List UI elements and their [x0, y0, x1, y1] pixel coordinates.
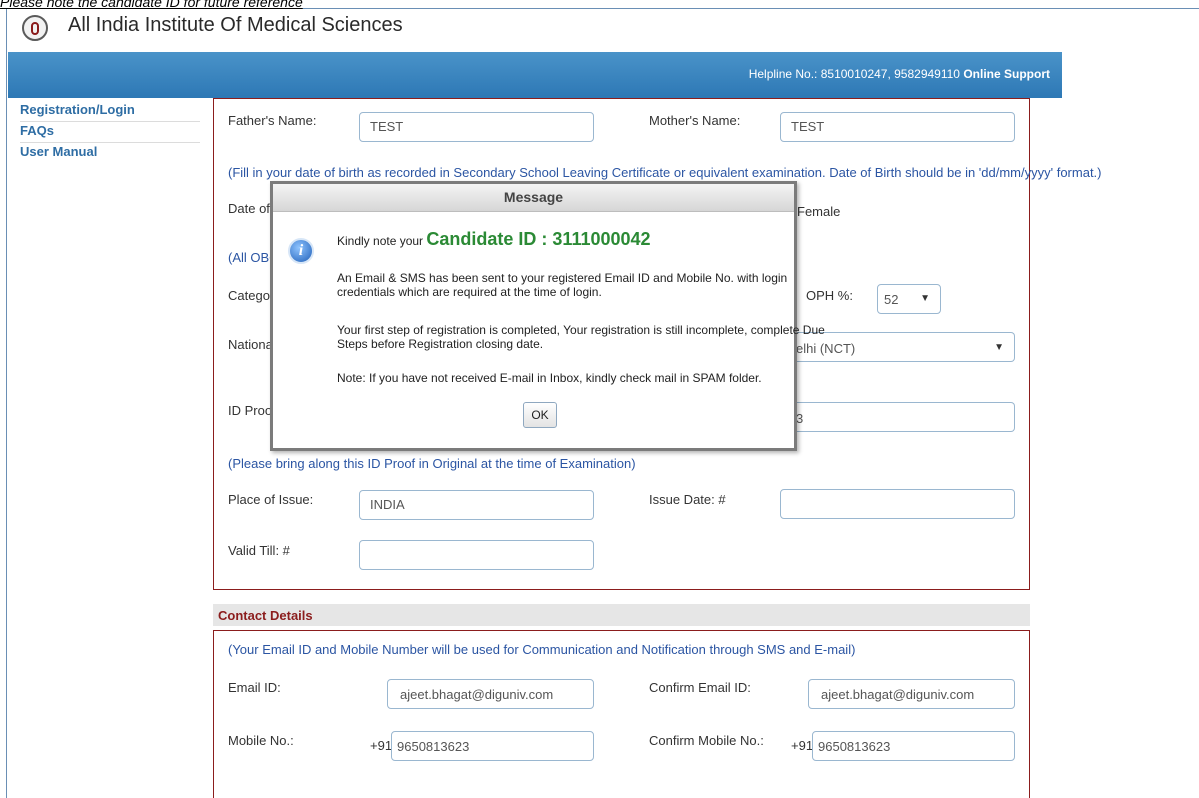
aiims-logo-icon — [22, 15, 48, 41]
confirm-mobile-input[interactable]: 9650813623 — [812, 731, 1015, 761]
top-caption: Please note the candidate ID for future … — [0, 0, 303, 10]
helpline-label: Helpline No.: 8510010247, 9582949110 — [748, 67, 960, 81]
kindly-note-text: Kindly note your — [337, 234, 424, 248]
issue-date-input[interactable] — [780, 489, 1015, 519]
place-of-issue-input[interactable]: INDIA — [359, 490, 594, 520]
confirm-mobile-label: Confirm Mobile No.: — [649, 733, 764, 748]
registration-status-message: Your first step of registration is compl… — [337, 323, 825, 351]
id-proof-note: (Please bring along this ID Proof in Ori… — [228, 456, 636, 471]
mobile-label: Mobile No.: — [228, 733, 294, 748]
contact-details-heading: Contact Details — [213, 604, 1030, 626]
mother-name-value: TEST — [791, 119, 825, 134]
ok-button[interactable]: OK — [523, 402, 557, 428]
issue-date-label: Issue Date: # — [649, 492, 726, 507]
email-sms-line-1: An Email & SMS has been sent to your reg… — [337, 271, 788, 285]
email-sms-line-2: credentials which are required at the ti… — [337, 285, 602, 299]
sidebar: Registration/Login FAQs User Manual — [20, 101, 200, 163]
helpline-info: Helpline No.: 8510010247, 9582949110 Onl… — [749, 67, 1050, 81]
mother-name-label: Mother's Name: — [649, 113, 741, 128]
candidate-id-line: Kindly note your Candidate ID : 31110000… — [337, 229, 651, 249]
contact-note: (Your Email ID and Mobile Number will be… — [228, 642, 856, 657]
oph-value: 52 — [884, 292, 899, 307]
confirm-email-input[interactable]: ajeet.bhagat@diguniv.com — [808, 679, 1015, 709]
info-icon: i — [288, 238, 314, 264]
message-dialog: Message i Kindly note your Candidate ID … — [270, 181, 825, 451]
registration-status-line-2: Steps before Registration closing date. — [337, 337, 544, 351]
dropdown-arrow-icon: ▼ — [920, 293, 930, 304]
id-number-input[interactable]: 3 — [780, 402, 1015, 432]
sidebar-item-faqs[interactable]: FAQs — [20, 122, 200, 143]
email-value: ajeet.bhagat@diguniv.com — [400, 687, 554, 702]
confirm-email-value: ajeet.bhagat@diguniv.com — [821, 687, 975, 702]
registration-status-line-1: Your first step of registration is compl… — [337, 323, 825, 337]
father-name-label: Father's Name: — [228, 113, 317, 128]
place-of-issue-value: INDIA — [370, 497, 405, 512]
nationality-label: National — [228, 337, 276, 352]
email-label: Email ID: — [228, 680, 281, 695]
email-input[interactable]: ajeet.bhagat@diguniv.com — [387, 679, 594, 709]
dob-note: (Fill in your date of birth as recorded … — [228, 165, 1102, 180]
sidebar-item-registration-login[interactable]: Registration/Login — [20, 101, 200, 122]
page-left-border — [6, 8, 7, 798]
valid-till-label: Valid Till: # — [228, 543, 290, 558]
sidebar-item-user-manual[interactable]: User Manual — [20, 143, 200, 163]
gender-female-label: Female — [797, 204, 841, 219]
mobile-prefix: +91 — [370, 738, 393, 753]
confirm-mobile-value: 9650813623 — [818, 739, 891, 754]
valid-till-input[interactable] — [359, 540, 594, 570]
mother-name-input[interactable]: TEST — [780, 112, 1015, 142]
mobile-input[interactable]: 9650813623 — [391, 731, 594, 761]
father-name-input[interactable]: TEST — [359, 112, 594, 142]
candidate-id: Candidate ID : 3111000042 — [426, 229, 651, 249]
site-title: All India Institute Of Medical Sciences — [68, 14, 403, 36]
id-number-value: 3 — [796, 411, 804, 426]
email-sms-message: An Email & SMS has been sent to your reg… — [337, 271, 787, 299]
header-bar: Helpline No.: 8510010247, 9582949110 Onl… — [8, 52, 1062, 98]
confirm-email-label: Confirm Email ID: — [649, 680, 751, 695]
oph-label: OPH %: — [806, 288, 853, 303]
spam-note: Note: If you have not received E-mail in… — [337, 371, 762, 385]
mobile-value: 9650813623 — [397, 739, 470, 754]
dialog-title: Message — [273, 184, 794, 212]
id-proof-label: ID Proof — [228, 403, 276, 418]
place-of-issue-label: Place of Issue: — [228, 492, 314, 507]
oph-select[interactable]: 52 ▼ — [877, 284, 941, 314]
dropdown-arrow-icon: ▼ — [994, 342, 1004, 353]
confirm-mobile-prefix: +91 — [791, 738, 814, 753]
father-name-value: TEST — [370, 119, 404, 134]
online-support-link[interactable]: Online Support — [963, 67, 1050, 81]
